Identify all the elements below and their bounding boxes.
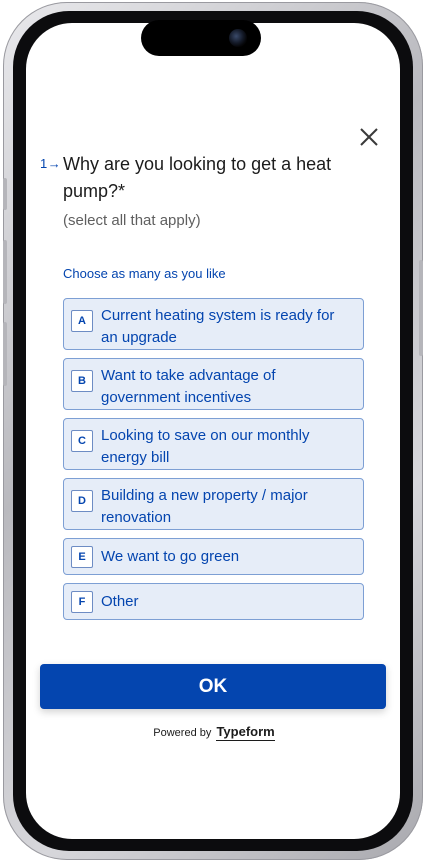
choice-key: D (71, 490, 93, 512)
question-subtitle: (select all that apply) (63, 212, 201, 229)
volume-up-button (3, 240, 7, 304)
choice-list: A Current heating system is ready for an… (63, 298, 364, 628)
volume-down-button (3, 322, 7, 386)
choice-option-e[interactable]: E We want to go green (63, 538, 364, 575)
power-button (419, 260, 423, 356)
choice-option-d[interactable]: D Building a new property / major renova… (63, 478, 364, 530)
question-title: Why are you looking to get a heat pump?* (63, 154, 332, 201)
close-icon (360, 128, 378, 146)
camera-icon (229, 29, 247, 47)
choice-label: Current heating system is ready for an u… (101, 307, 335, 346)
choice-label: We want to go green (101, 547, 240, 565)
selection-hint: Choose as many as you like (63, 266, 226, 281)
choice-key: E (71, 545, 93, 568)
choice-option-c[interactable]: C Looking to save on our monthly energy … (63, 418, 364, 470)
question-number: 1→ (40, 156, 62, 171)
typeform-link[interactable]: Typeform (216, 724, 275, 741)
choice-key: A (71, 310, 93, 332)
choice-label: Building a new property / major renovati… (101, 487, 308, 526)
choice-label: Looking to save on our monthly energy bi… (101, 427, 310, 466)
dynamic-island (141, 20, 261, 56)
powered-by-text: Powered by (153, 727, 212, 739)
choice-option-f[interactable]: F Other (63, 583, 364, 620)
choice-key: C (71, 430, 93, 452)
choice-key: B (71, 370, 93, 392)
choice-option-a[interactable]: A Current heating system is ready for an… (63, 298, 364, 350)
close-button[interactable] (356, 124, 382, 150)
ok-button[interactable]: OK (40, 664, 386, 709)
action-button (3, 178, 7, 210)
choice-label: Other (101, 592, 139, 610)
choice-key: F (71, 590, 93, 613)
powered-by-footer: Powered by Typeform (0, 724, 428, 741)
choice-option-b[interactable]: B Want to take advantage of government i… (63, 358, 364, 410)
choice-label: Want to take advantage of government inc… (101, 367, 276, 406)
phone-mockup: 1→ Why are you looking to get a heat pum… (0, 0, 428, 864)
